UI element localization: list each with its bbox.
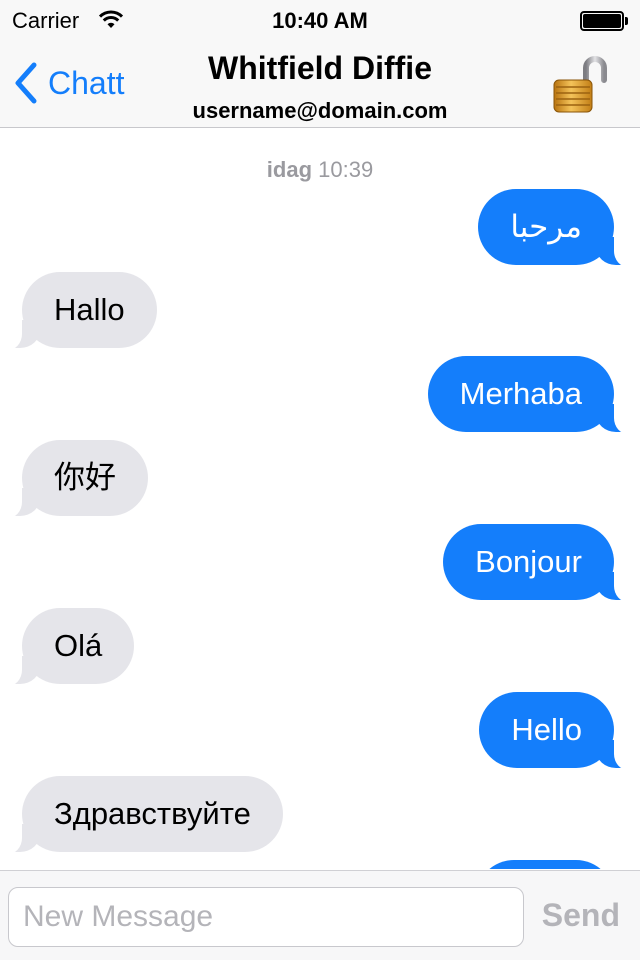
message-text: Bonjour <box>475 544 582 579</box>
timestamp-time: 10:39 <box>318 157 374 182</box>
message-bubble-incoming[interactable]: Hallo <box>0 272 157 350</box>
message-composer: Send <box>0 870 640 960</box>
open-padlock-icon[interactable] <box>552 54 608 114</box>
timestamp: idag 10:39 <box>0 157 640 183</box>
contact-address: username@domain.com <box>192 98 448 123</box>
message-bubble-incoming[interactable]: Olá <box>0 608 135 686</box>
message-bubble-outgoing[interactable]: مرحبا <box>478 189 640 267</box>
message-bubble-outgoing[interactable]: Merhaba <box>427 356 640 434</box>
message-text: Hallo <box>54 292 125 327</box>
message-text: Hello <box>511 712 582 747</box>
battery-icon <box>580 11 628 31</box>
message-text: مرحبا <box>510 209 582 244</box>
message-text: Здравствуйте <box>54 796 251 831</box>
message-bubble-incoming[interactable]: 你好 <box>0 440 148 518</box>
message-text: Merhaba <box>459 376 582 411</box>
message-bubble-outgoing[interactable]: Bonjour <box>443 524 640 602</box>
navigation-bar: Chatt Whitfield Diffie username@domain.c… <box>0 40 640 128</box>
contact-name: Whitfield Diffie <box>208 50 432 86</box>
status-time: 10:40 AM <box>272 8 368 33</box>
message-bubble-outgoing[interactable] <box>476 860 614 869</box>
message-list[interactable]: idag 10:39 مرحبا Hallo Merhaba 你好 Bonjou… <box>0 129 640 869</box>
message-bubble-outgoing[interactable]: Hello <box>479 692 640 770</box>
message-text: Olá <box>54 628 103 663</box>
timestamp-day: idag <box>266 157 313 182</box>
status-bar: Carrier 10:40 AM <box>0 0 640 40</box>
message-input[interactable] <box>8 887 524 947</box>
message-text: 你好 <box>54 460 116 495</box>
send-button[interactable]: Send <box>542 897 620 934</box>
message-bubble-incoming[interactable]: Здравствуйте <box>0 776 283 854</box>
